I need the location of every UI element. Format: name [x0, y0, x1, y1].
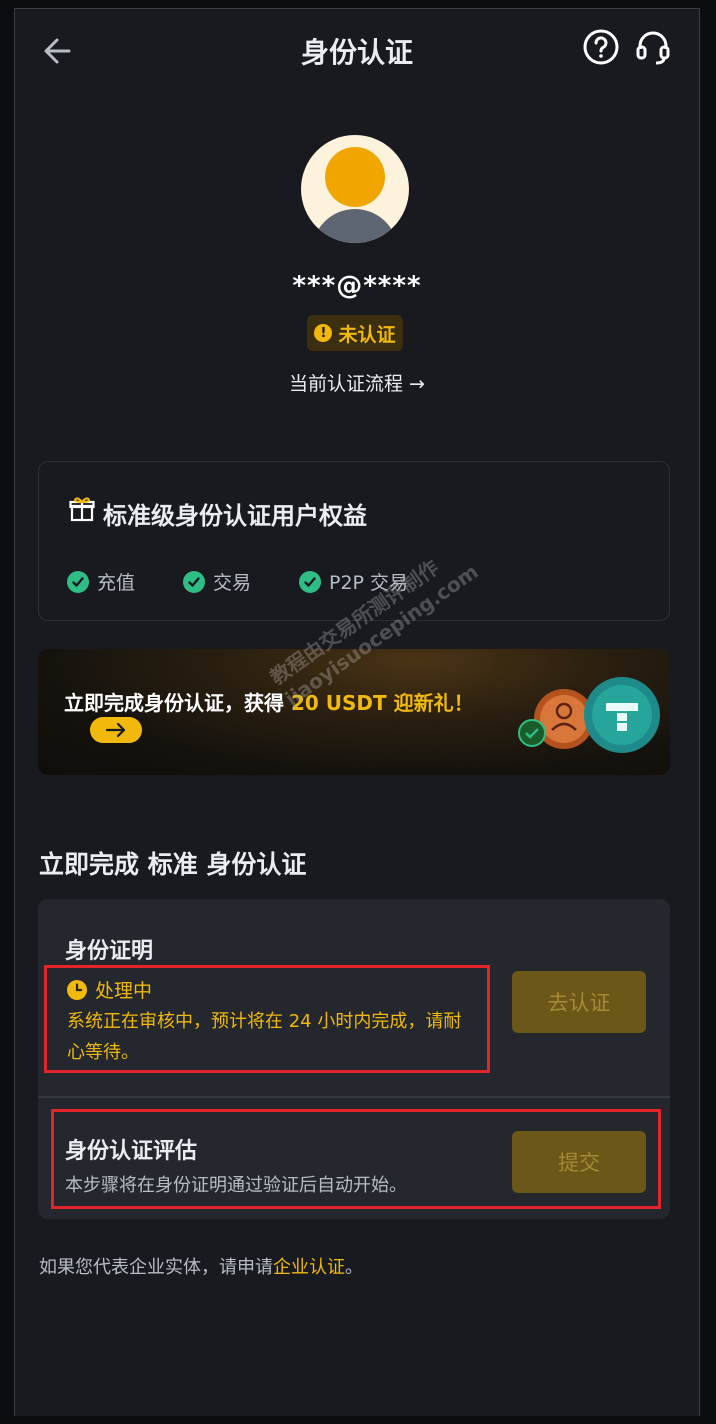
question-circle-icon	[583, 29, 619, 65]
check-circle-icon	[183, 570, 205, 593]
verification-flow-link[interactable]: 当前认证流程 →	[15, 369, 699, 396]
benefits-card: 标准级身份认证用户权益 充值 交易 P2P 交易	[38, 461, 670, 621]
account-email: ***@****	[292, 271, 422, 301]
identity-proof-title: 身份证明	[65, 939, 154, 964]
check-circle-icon	[67, 570, 89, 593]
gift-icon	[69, 497, 95, 522]
benefit-item-p2p: P2P 交易	[299, 568, 408, 595]
promo-banner[interactable]: 立即完成身份认证，获得 20 USDT 迎新礼！	[38, 649, 670, 775]
assessment-title: 身份认证评估	[65, 1139, 198, 1164]
clock-icon	[67, 979, 87, 1000]
screen: 身份认证 ***@**** ! 未认证 当前认证流程 → 标准级身份认证用户权益…	[14, 8, 700, 1416]
processing-status-box: 处理中 系统正在审核中，预计将在 24 小时内完成，请耐心等待。	[44, 965, 490, 1073]
status-label: 未认证	[338, 323, 396, 346]
benefit-item-deposit: 充值	[67, 568, 135, 595]
warning-icon: !	[314, 324, 333, 342]
promo-highlight: 20 USDT 迎新礼	[290, 691, 454, 715]
arrow-right-icon	[105, 722, 126, 738]
section-title: 立即完成 标准 身份认证	[39, 850, 307, 879]
processing-message: 系统正在审核中，预计将在 24 小时内完成，请耐心等待。	[67, 1011, 462, 1063]
go-verify-button[interactable]: 去认证	[512, 971, 646, 1033]
reward-coins-icon	[518, 677, 660, 753]
promo-text: 立即完成身份认证，获得 20 USDT 迎新礼！	[64, 691, 474, 715]
avatar	[301, 135, 409, 243]
status-badge: ! 未认证	[307, 315, 403, 351]
help-button[interactable]	[581, 27, 621, 67]
enterprise-verification-link[interactable]: 企业认证	[273, 1257, 345, 1278]
verification-steps-card: 身份证明 处理中 系统正在审核中，预计将在 24 小时内完成，请耐心等待。 去认…	[38, 899, 670, 1219]
benefit-label: 交易	[213, 572, 252, 594]
support-button[interactable]	[633, 27, 673, 67]
promo-arrow-button[interactable]	[90, 717, 142, 743]
top-bar: 身份认证	[15, 9, 699, 89]
submit-button[interactable]: 提交	[512, 1131, 646, 1193]
assessment-description: 本步骤将在身份证明通过验证后自动开始。	[65, 1175, 407, 1196]
processing-label: 处理中	[67, 976, 152, 1003]
benefit-label: P2P 交易	[329, 572, 409, 594]
benefit-item-trade: 交易	[183, 568, 251, 595]
enterprise-note: 如果您代表企业实体，请申请企业认证。	[39, 1257, 363, 1278]
divider	[38, 1096, 670, 1098]
check-circle-icon	[299, 570, 321, 593]
headset-icon	[636, 31, 670, 65]
benefits-title: 标准级身份认证用户权益	[103, 502, 367, 530]
benefit-label: 充值	[97, 572, 136, 594]
